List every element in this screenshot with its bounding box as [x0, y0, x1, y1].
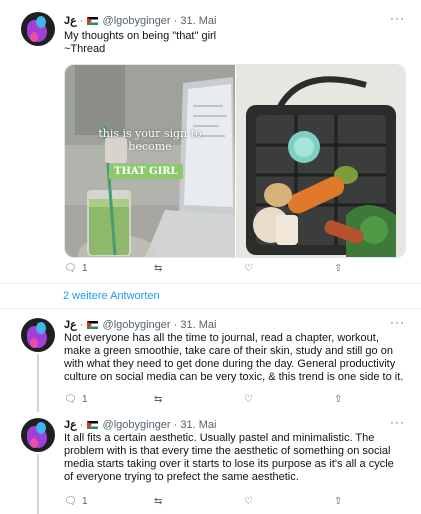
tweet-text: My thoughts on being "that" girl ~Thread — [64, 30, 404, 56]
reply-icon[interactable]: 🗨 — [64, 496, 77, 507]
like-icon[interactable]: ♡ — [244, 263, 253, 274]
handle[interactable]: @lgobyginger — [103, 419, 171, 431]
display-name[interactable]: Jع — [64, 319, 77, 331]
thread-line — [37, 454, 39, 514]
tweet-date[interactable]: 31. Mai — [180, 15, 216, 27]
retweet-icon[interactable]: ⇆ — [154, 394, 162, 405]
show-more-replies-link[interactable]: 2 weitere Antworten — [63, 290, 160, 302]
share-icon[interactable]: ⇧ — [334, 496, 342, 507]
divider — [0, 283, 421, 284]
media-grid[interactable]: this is your sign to become THAT GIRL — [64, 64, 406, 258]
share-icon[interactable]: ⇧ — [334, 263, 342, 274]
more-icon[interactable]: ··· — [390, 11, 405, 25]
tweet-header: Jع · @lgobyginger · 31. Mai — [64, 419, 217, 431]
tweet-text-line: ~Thread — [64, 43, 106, 55]
handle[interactable]: @lgobyginger — [103, 15, 171, 27]
like-icon[interactable]: ♡ — [244, 496, 253, 507]
that-girl-badge: THAT GIRL — [109, 164, 183, 179]
tweet-date[interactable]: 31. Mai — [180, 319, 216, 331]
overlay-line: this is your sign to — [98, 127, 202, 140]
thread-line — [37, 354, 39, 412]
avatar[interactable] — [21, 418, 55, 452]
reply-count: 1 — [82, 496, 88, 507]
tweet-header: Jع · @lgobyginger · 31. Mai — [64, 319, 217, 331]
reply-count: 1 — [82, 263, 88, 274]
tweet-1[interactable]: Jع · @lgobyginger · 31. Mai ··· My thoug… — [0, 0, 421, 284]
display-name[interactable]: Jع — [64, 419, 77, 431]
share-icon[interactable]: ⇧ — [334, 394, 342, 405]
avatar[interactable] — [21, 318, 55, 352]
media-image-left[interactable] — [65, 65, 235, 257]
flag-icon — [87, 17, 99, 25]
more-icon[interactable]: ··· — [390, 315, 405, 329]
media-overlay-text: this is your sign to become — [65, 127, 235, 153]
avatar[interactable] — [21, 12, 55, 46]
like-icon[interactable]: ♡ — [244, 394, 253, 405]
media-image-right[interactable] — [236, 65, 406, 257]
tweet-3[interactable]: Jع · @lgobyginger · 31. Mai ··· It all f… — [0, 408, 421, 514]
reply-count: 1 — [82, 394, 88, 405]
handle[interactable]: @lgobyginger — [103, 319, 171, 331]
retweet-icon[interactable]: ⇆ — [154, 263, 162, 274]
reply-icon[interactable]: 🗨 — [64, 263, 77, 274]
retweet-icon[interactable]: ⇆ — [154, 496, 162, 507]
tweet-text: Not everyone has all the time to journal… — [64, 332, 404, 383]
flag-icon — [87, 321, 99, 329]
overlay-line: become — [128, 140, 172, 153]
reply-icon[interactable]: 🗨 — [64, 394, 77, 405]
display-name[interactable]: Jع — [64, 15, 77, 27]
more-icon[interactable]: ··· — [390, 415, 405, 429]
tweet-header: Jع · @lgobyginger · 31. Mai — [64, 15, 217, 27]
tweet-2[interactable]: Jع · @lgobyginger · 31. Mai ··· Not ever… — [0, 308, 421, 416]
tweet-text: It all fits a certain aesthetic. Usually… — [64, 432, 394, 483]
flag-icon — [87, 421, 99, 429]
tweet-date[interactable]: 31. Mai — [180, 419, 216, 431]
tweet-text-line: My thoughts on being "that" girl — [64, 30, 217, 42]
